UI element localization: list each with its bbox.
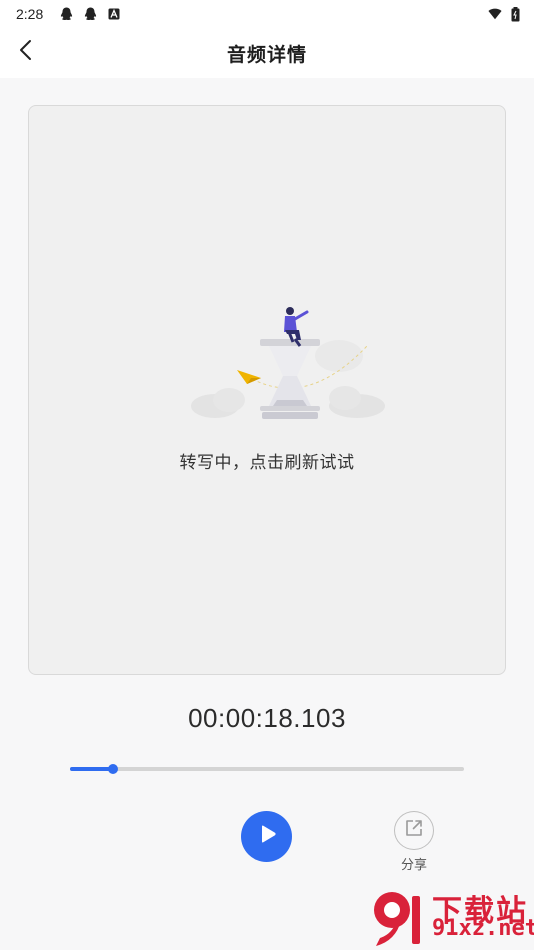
progress-slider[interactable] bbox=[70, 764, 464, 774]
play-button[interactable] bbox=[241, 811, 292, 862]
share-icon bbox=[404, 818, 424, 843]
watermark-logo: 下载站 91xz.net bbox=[362, 888, 534, 950]
transcript-card[interactable]: 转写中，点击刷新试试 bbox=[28, 105, 506, 675]
battery-icon bbox=[508, 6, 522, 21]
progress-thumb[interactable] bbox=[108, 764, 119, 774]
play-icon bbox=[256, 823, 278, 850]
a-badge-icon bbox=[107, 7, 121, 21]
playback-time: 00:00:18.103 bbox=[188, 703, 346, 733]
wifi-icon bbox=[488, 7, 502, 21]
watermark-site: 91xz.net bbox=[432, 916, 534, 941]
chevron-left-icon bbox=[19, 39, 33, 66]
progress-fill bbox=[70, 767, 114, 771]
app-bar: 音频详情 bbox=[0, 28, 534, 78]
qq-icon bbox=[59, 7, 73, 21]
hourglass-loading-illustration bbox=[189, 306, 389, 431]
share-label: 分享 bbox=[400, 857, 427, 872]
transcribing-message[interactable]: 转写中，点击刷新试试 bbox=[29, 448, 505, 473]
share-button[interactable]: 分享 bbox=[388, 811, 440, 873]
back-button[interactable] bbox=[8, 34, 44, 70]
status-bar: 2:28 bbox=[0, 0, 534, 28]
watermark-91-icon bbox=[374, 892, 420, 946]
page-title: 音频详情 bbox=[226, 44, 307, 66]
qq-icon bbox=[83, 7, 97, 21]
share-circle bbox=[394, 811, 434, 850]
status-time: 2:28 bbox=[16, 6, 44, 22]
